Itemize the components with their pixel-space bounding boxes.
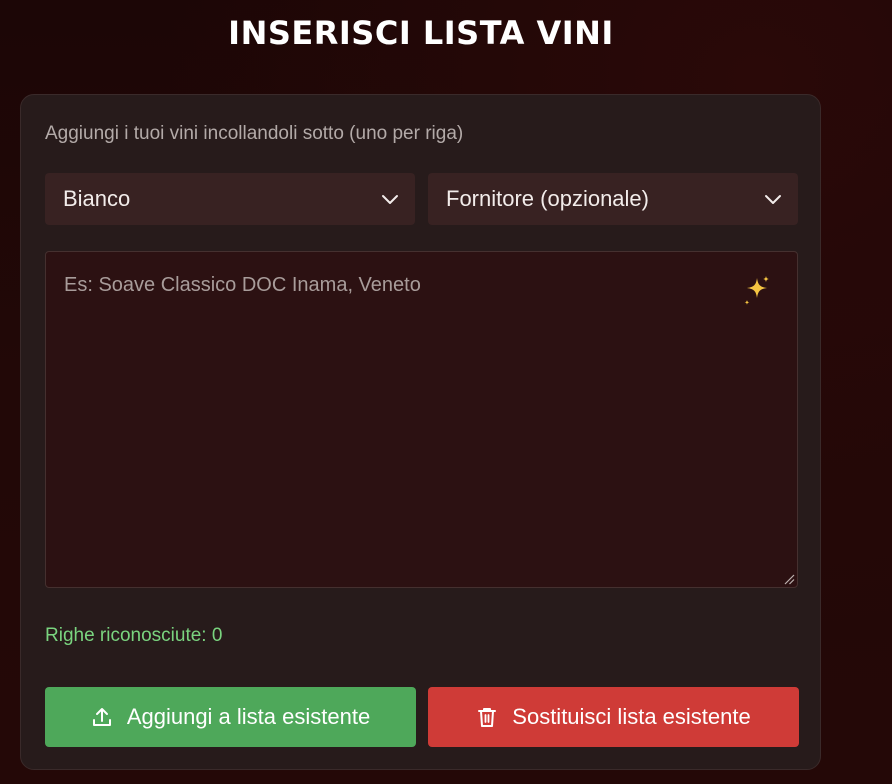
upload-icon [92, 708, 111, 726]
replace-button-label: Sostituisci lista esistente [512, 704, 751, 729]
trash-icon [478, 708, 497, 727]
page-title: INSERISCI LISTA VINI [228, 14, 614, 52]
supplier-select-value: Fornitore (opzionale) [446, 186, 649, 211]
supplier-select[interactable]: Fornitore (opzionale) [428, 173, 798, 225]
wine-list-card: Aggiungi i tuoi vini incollandoli sotto … [20, 94, 821, 770]
wine-type-select[interactable]: Bianco [45, 173, 415, 225]
add-button-label: Aggiungi a lista esistente [126, 704, 371, 729]
chevron-down-icon [765, 195, 781, 204]
wine-type-select-value: Bianco [63, 186, 131, 211]
textarea-placeholder: Es: Soave Classico DOC Inama, Veneto [64, 274, 421, 296]
instructions-text: Aggiungi i tuoi vini incollandoli sotto … [45, 123, 464, 144]
chevron-down-icon [382, 195, 398, 204]
recognized-lines-count: Righe riconosciute: 0 [45, 625, 223, 646]
resize-handle-icon[interactable] [783, 573, 795, 585]
wine-list-textarea[interactable]: Es: Soave Classico DOC Inama, Veneto [45, 251, 798, 588]
sparkle-icon[interactable] [741, 274, 771, 308]
replace-existing-list-button[interactable]: Sostituisci lista esistente [428, 687, 799, 747]
add-to-existing-list-button[interactable]: Aggiungi a lista esistente [45, 687, 416, 747]
